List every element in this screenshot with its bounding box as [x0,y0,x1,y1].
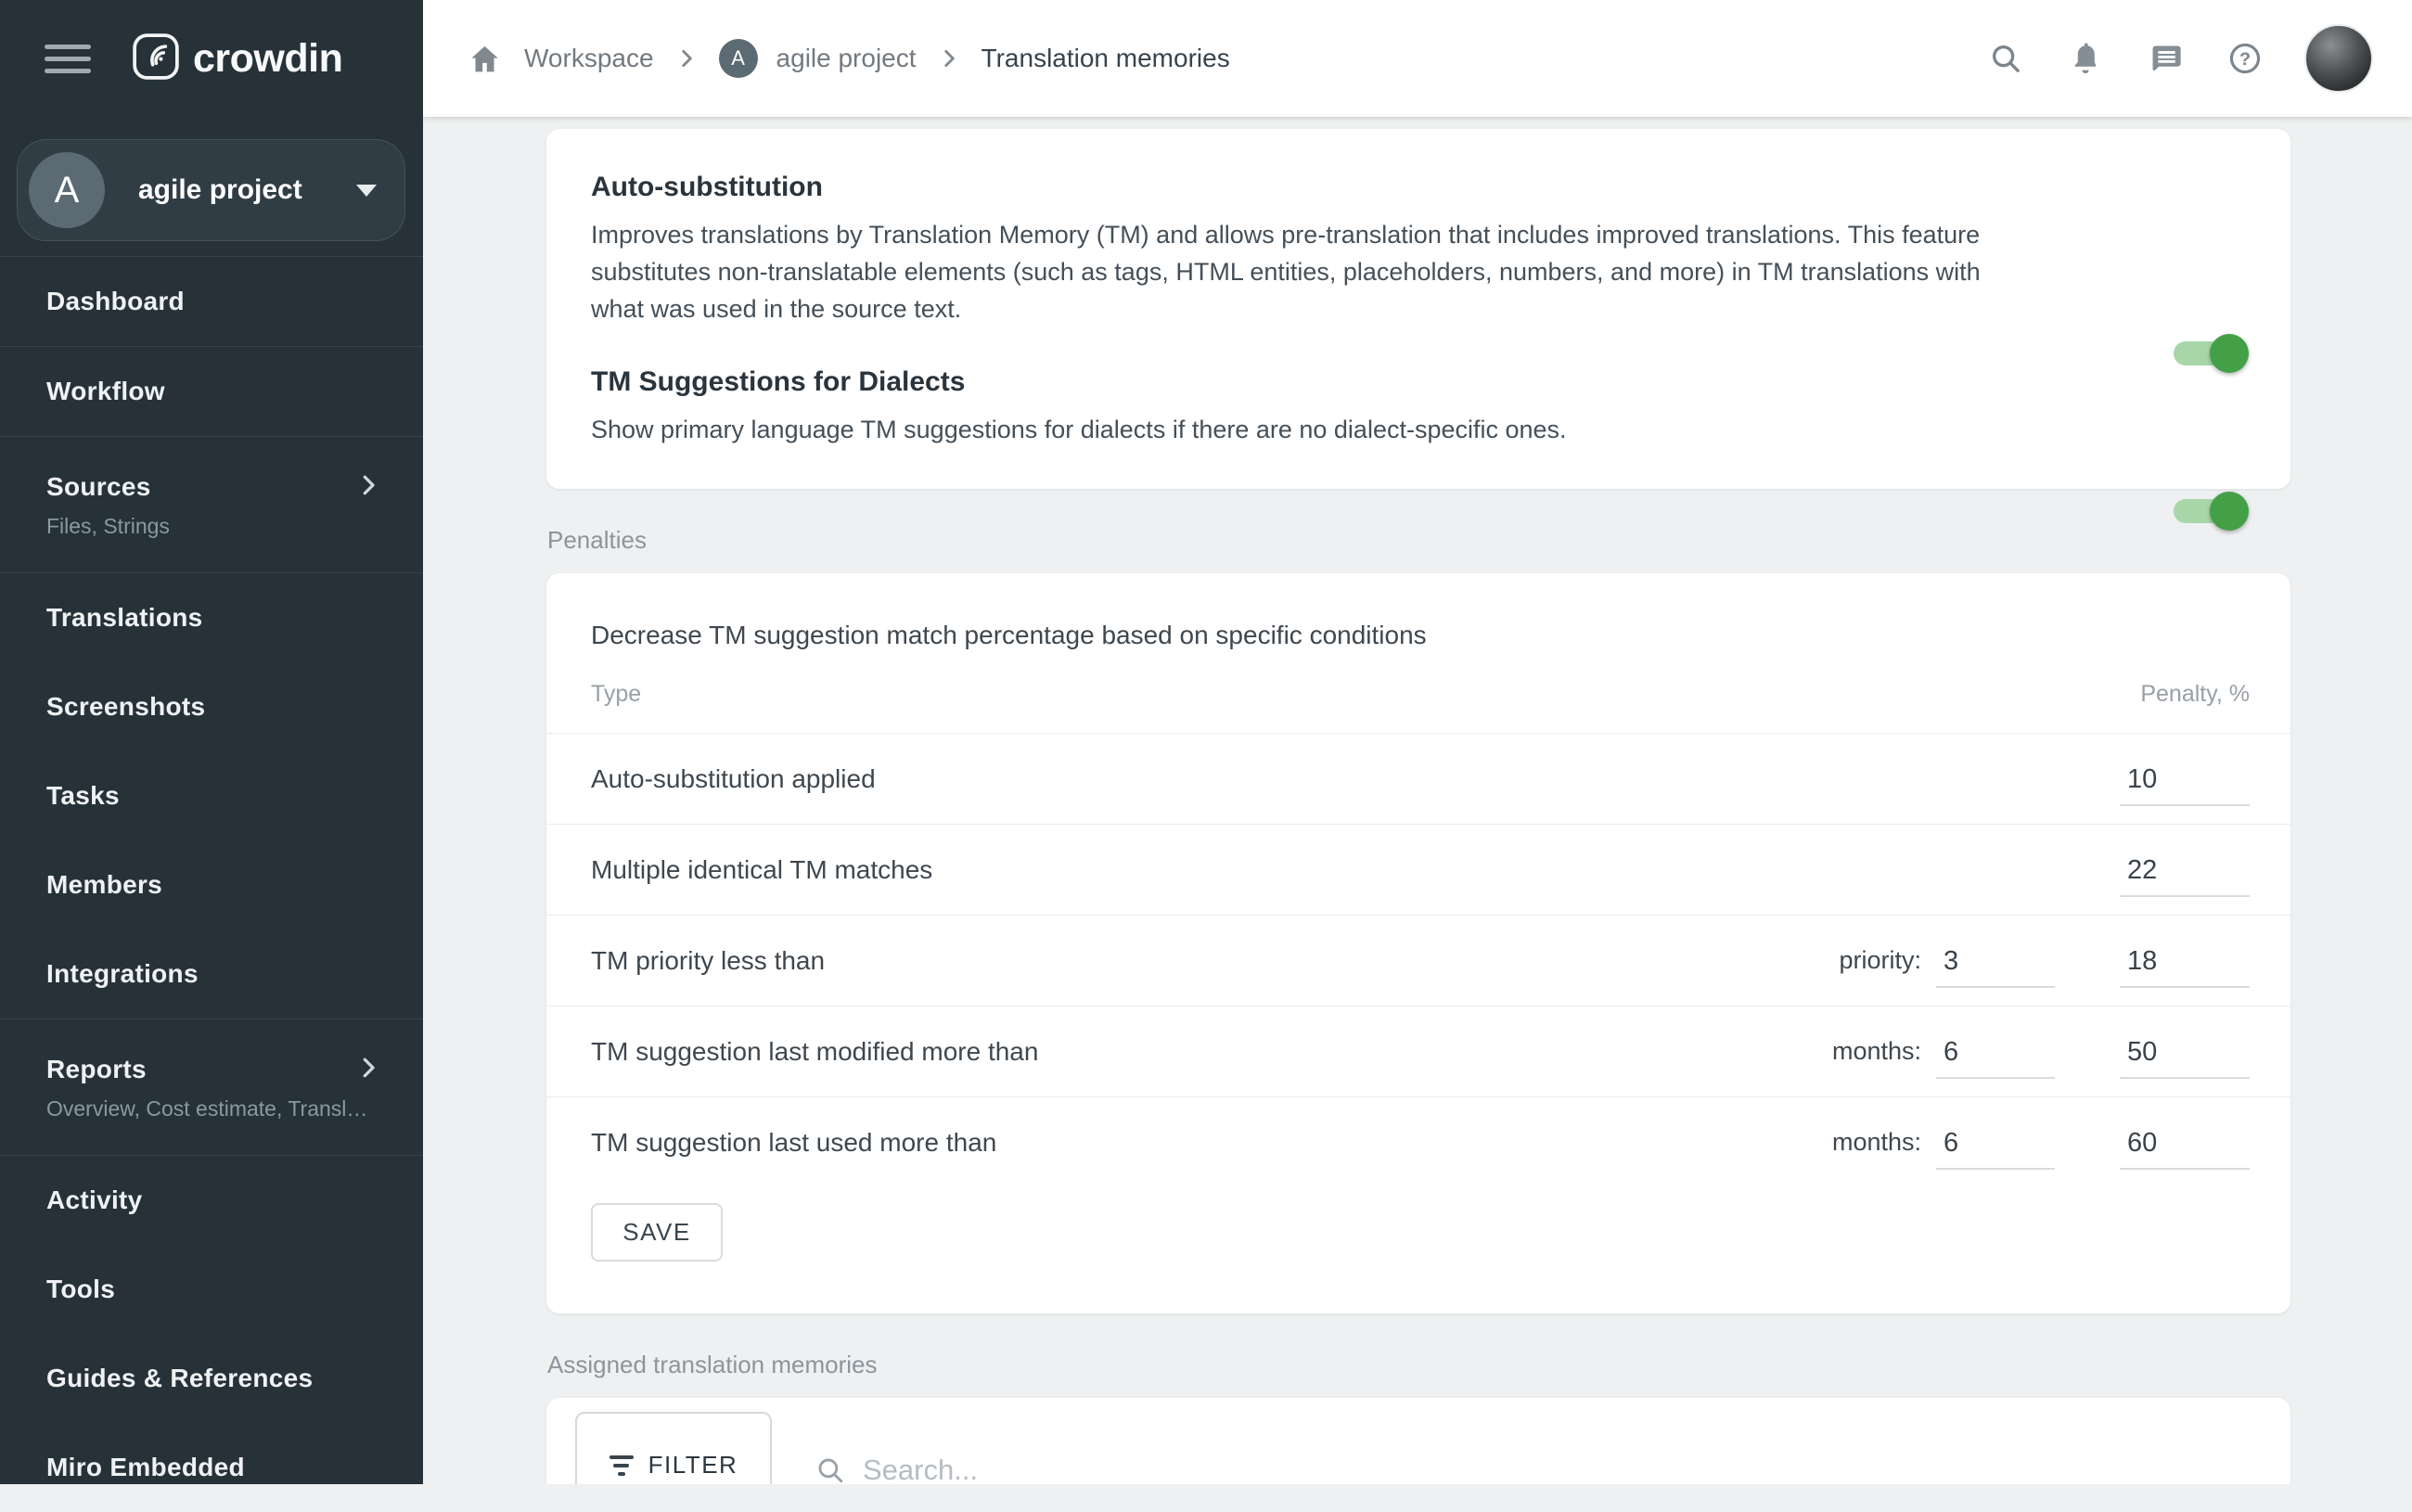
search-input[interactable] [861,1453,1421,1484]
penalty-input-last-used[interactable] [2120,1128,2250,1170]
project-name: agile project [138,174,302,206]
topbar-actions: ? [1944,24,2373,93]
crowdin-logo[interactable]: crowdin [132,32,342,85]
priority-value-input[interactable] [1936,946,2055,988]
penalties-heading: Decrease TM suggestion match percentage … [546,620,2290,651]
table-row: TM suggestion last used more than months… [546,1097,2290,1187]
column-header-penalty: Penalty, % [2140,681,2250,708]
penalty-input-multiple-matches[interactable] [2120,855,2250,897]
sidebar-item-tools[interactable]: Tools [0,1245,423,1334]
sidebar-item-tasks[interactable]: Tasks [0,751,423,840]
penalties-card: Decrease TM suggestion match percentage … [546,573,2290,1313]
filter-icon [609,1451,634,1480]
topbar: Workspace A agile project Translation me… [423,0,2412,117]
priority-unit-label: priority: [1839,946,1921,975]
auto-substitution-card: Auto-substitution Improves translations … [546,129,2290,489]
auto-substitution-title: Auto-substitution [591,170,2012,205]
svg-text:?: ? [2239,49,2251,70]
save-button[interactable]: SAVE [591,1203,723,1262]
sidebar-item-reports[interactable]: Reports Overview, Cost estimate, Transl… [0,1019,423,1155]
crowdin-wordmark: crowdin [193,36,342,82]
assigned-tm-card: FILTER [546,1398,2290,1484]
chevron-down-icon [356,185,377,197]
sidebar-item-integrations[interactable]: Integrations [0,929,423,1019]
hamburger-menu-icon[interactable] [45,37,91,81]
sidebar-item-workflow[interactable]: Workflow [0,347,423,436]
sidebar: crowdin A agile project Dashboard Workfl… [0,0,423,1484]
sidebar-item-sources[interactable]: Sources Files, Strings [0,437,423,572]
crowdin-logo-icon [132,32,180,85]
sidebar-item-translations[interactable]: Translations [0,573,423,662]
table-row: Multiple identical TM matches [546,825,2290,916]
breadcrumb: Workspace A agile project Translation me… [468,39,1230,78]
notifications-bell-icon[interactable] [2067,40,2104,77]
dialect-suggestions-description: Show primary language TM suggestions for… [591,411,2012,448]
sidebar-item-screenshots[interactable]: Screenshots [0,662,423,751]
filter-button[interactable]: FILTER [575,1412,772,1484]
table-row: TM suggestion last modified more than mo… [546,1006,2290,1097]
chevron-right-icon [354,471,382,504]
breadcrumb-project-avatar: A [719,39,758,78]
auto-substitution-description: Improves translations by Translation Mem… [591,216,2012,327]
penalties-table-header: Type Penalty, % [546,681,2290,734]
penalty-input-auto-substitution[interactable] [2120,764,2250,806]
sidebar-item-members[interactable]: Members [0,840,423,929]
sidebar-menu: Dashboard Workflow Sources Files, String… [0,257,423,1512]
home-icon[interactable] [468,42,502,76]
months-used-input[interactable] [1936,1128,2055,1170]
user-avatar[interactable] [2304,24,2373,93]
table-row: TM priority less than priority: [546,916,2290,1006]
auto-substitution-toggle[interactable] [2174,341,2246,365]
search-icon[interactable] [1987,40,2024,77]
penalties-section-label: Penalties [547,526,2290,555]
penalty-input-tm-priority[interactable] [2120,946,2250,988]
penalty-input-last-modified[interactable] [2120,1037,2250,1079]
search-icon [815,1454,846,1484]
chevron-right-icon [937,46,961,70]
chevron-right-icon [354,1054,382,1086]
months-unit-label: months: [1832,1037,1921,1066]
sidebar-item-dashboard[interactable]: Dashboard [0,257,423,346]
assigned-tm-section-label: Assigned translation memories [547,1351,2290,1379]
months-modified-input[interactable] [1936,1037,2055,1079]
project-avatar: A [29,152,105,228]
table-row: Auto-substitution applied [546,734,2290,825]
months-unit-label: months: [1832,1128,1921,1157]
dialect-suggestions-title: TM Suggestions for Dialects [591,365,2012,400]
messages-chat-icon[interactable] [2147,40,2184,77]
dialect-suggestions-toggle[interactable] [2174,499,2246,523]
main-content: Auto-substitution Improves translations … [423,117,2412,1484]
sidebar-item-activity[interactable]: Activity [0,1156,423,1245]
help-icon[interactable]: ? [2226,40,2264,77]
chevron-right-icon [674,46,699,70]
sidebar-item-miro-embedded[interactable]: Miro Embedded [0,1423,423,1512]
breadcrumb-workspace[interactable]: Workspace [524,44,654,73]
column-header-type: Type [591,681,2140,708]
breadcrumb-project[interactable]: agile project [776,44,917,73]
breadcrumb-current-page: Translation memories [981,44,1230,73]
assigned-tm-search [815,1453,1421,1484]
project-selector[interactable]: A agile project [17,139,405,241]
sidebar-item-guides-references[interactable]: Guides & References [0,1334,423,1423]
